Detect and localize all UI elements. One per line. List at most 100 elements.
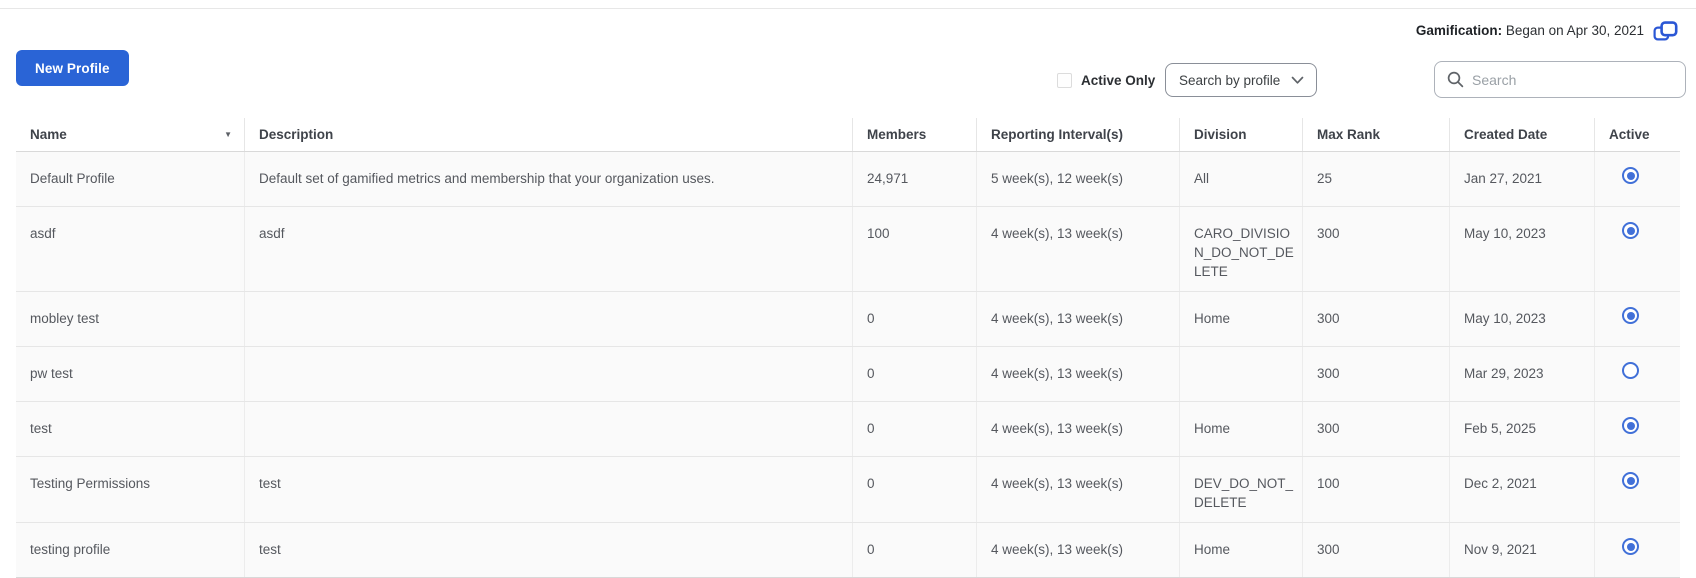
profile-division-cell: CARO_DIVISION_DO_NOT_DELETE (1180, 207, 1303, 291)
profile-division-cell: All (1180, 152, 1303, 206)
profile-created-date-cell: Mar 29, 2023 (1450, 347, 1595, 401)
profile-description-cell: test (245, 523, 853, 577)
active-radio-selected-icon[interactable] (1622, 222, 1639, 239)
gamification-status: Gamification: Began on Apr 30, 2021 (1416, 20, 1644, 42)
profiles-table: Name ▼ Description Members Reporting Int… (16, 118, 1680, 578)
profile-name-cell: Testing Permissions (16, 457, 245, 522)
gamification-status-text: Began on Apr 30, 2021 (1502, 23, 1644, 38)
profile-division-cell: Home (1180, 292, 1303, 346)
profile-reporting-intervals-cell: 4 week(s), 13 week(s) (977, 457, 1180, 522)
table-row[interactable]: test 0 4 week(s), 13 week(s) Home 300 Feb 5, … (16, 402, 1680, 457)
profile-members-cell: 0 (853, 292, 977, 346)
new-profile-button[interactable]: New Profile (16, 50, 129, 86)
gamification-status-label: Gamification: (1415, 23, 1503, 38)
table-header-row: Name ▼ Description Members Reporting Int… (16, 118, 1680, 152)
profile-active-cell (1595, 457, 1680, 522)
profile-name-cell: asdf (16, 207, 245, 291)
column-header-description[interactable]: Description (245, 118, 853, 151)
profile-max-rank-cell: 100 (1303, 457, 1450, 522)
profile-description-cell: test (245, 457, 853, 522)
profile-active-cell (1595, 207, 1680, 291)
profile-division-cell: DEV_DO_NOT_DELETE (1180, 457, 1303, 522)
column-header-division[interactable]: Division (1180, 118, 1303, 151)
profile-created-date-cell: Nov 9, 2021 (1450, 523, 1595, 577)
radio-dot (1626, 171, 1635, 180)
search-field-container[interactable] (1434, 61, 1686, 98)
profile-description-cell: asdf (245, 207, 853, 291)
top-divider (0, 8, 1696, 9)
profile-max-rank-cell: 300 (1303, 402, 1450, 456)
profile-name-cell: pw test (16, 347, 245, 401)
profile-division-cell (1180, 347, 1303, 401)
profile-members-cell: 0 (853, 457, 977, 522)
profile-name-cell: Default Profile (16, 152, 245, 206)
profile-members-cell: 100 (853, 207, 977, 291)
profile-description-cell (245, 402, 853, 456)
sort-descending-icon: ▼ (224, 130, 232, 139)
copy-gamification-icon[interactable] (1652, 19, 1678, 43)
profile-active-cell (1595, 292, 1680, 346)
profile-created-date-cell: Jan 27, 2021 (1450, 152, 1595, 206)
profile-reporting-intervals-cell: 4 week(s), 13 week(s) (977, 292, 1180, 346)
active-only-toggle[interactable]: Active Only (1057, 66, 1155, 94)
profile-max-rank-cell: 300 (1303, 207, 1450, 291)
radio-dot (1626, 311, 1635, 320)
profile-name-cell: testing profile (16, 523, 245, 577)
profile-max-rank-cell: 300 (1303, 347, 1450, 401)
search-icon (1447, 71, 1464, 88)
radio-dot (1626, 421, 1635, 430)
table-row[interactable]: pw test 0 4 week(s), 13 week(s) 300 Mar 29, … (16, 347, 1680, 402)
profile-description-cell: Default set of gamified metrics and memb… (245, 152, 853, 206)
table-row[interactable]: asdf asdf 100 4 week(s), 13 week(s) CARO_DIV… (16, 207, 1680, 292)
profile-reporting-intervals-cell: 4 week(s), 13 week(s) (977, 523, 1180, 577)
table-body: Default Profile Default set of gamified m… (16, 152, 1680, 577)
profile-reporting-intervals-cell: 4 week(s), 13 week(s) (977, 402, 1180, 456)
search-by-dropdown-value: Search by profile (1179, 72, 1281, 88)
profile-members-cell: 0 (853, 523, 977, 577)
table-row[interactable]: testing profile test 0 4 week(s), 13 week(s… (16, 523, 1680, 577)
active-only-label: Active Only (1081, 72, 1156, 88)
active-radio-selected-icon[interactable] (1622, 472, 1639, 489)
profile-active-cell (1595, 523, 1680, 577)
profile-description-cell (245, 292, 853, 346)
profile-reporting-intervals-cell: 4 week(s), 13 week(s) (977, 207, 1180, 291)
radio-dot (1626, 542, 1635, 551)
column-header-max-rank[interactable]: Max Rank (1303, 118, 1450, 151)
profile-description-cell (245, 347, 853, 401)
column-header-reporting-intervals[interactable]: Reporting Interval(s) (977, 118, 1180, 151)
profile-active-cell (1595, 152, 1680, 206)
table-row[interactable]: mobley test 0 4 week(s), 13 week(s) Home 300… (16, 292, 1680, 347)
radio-dot (1626, 226, 1635, 235)
profile-reporting-intervals-cell: 4 week(s), 13 week(s) (977, 347, 1180, 401)
table-row[interactable]: Default Profile Default set of gamified m… (16, 152, 1680, 207)
profile-active-cell (1595, 347, 1680, 401)
profile-division-cell: Home (1180, 523, 1303, 577)
search-by-dropdown[interactable]: Search by profile (1165, 63, 1317, 97)
active-radio-selected-icon[interactable] (1622, 307, 1639, 324)
profile-name-cell: mobley test (16, 292, 245, 346)
chevron-down-icon (1291, 76, 1304, 85)
profile-max-rank-cell: 300 (1303, 523, 1450, 577)
column-header-active[interactable]: Active (1595, 118, 1680, 151)
active-radio-selected-icon[interactable] (1622, 538, 1639, 555)
profile-created-date-cell: May 10, 2023 (1450, 207, 1595, 291)
table-row[interactable]: Testing Permissions test 0 4 week(s), 13 we… (16, 457, 1680, 523)
profile-created-date-cell: Feb 5, 2025 (1450, 402, 1595, 456)
profile-members-cell: 0 (853, 347, 977, 401)
active-radio-selected-icon[interactable] (1622, 167, 1639, 184)
active-only-checkbox[interactable] (1057, 72, 1072, 88)
column-header-name[interactable]: Name ▼ (16, 118, 245, 151)
active-radio-selected-icon[interactable] (1622, 417, 1639, 434)
profile-max-rank-cell: 300 (1303, 292, 1450, 346)
profile-max-rank-cell: 25 (1303, 152, 1450, 206)
profile-reporting-intervals-cell: 5 week(s), 12 week(s) (977, 152, 1180, 206)
profile-members-cell: 24,971 (853, 152, 977, 206)
profile-members-cell: 0 (853, 402, 977, 456)
radio-dot (1626, 476, 1635, 485)
profile-created-date-cell: Dec 2, 2021 (1450, 457, 1595, 522)
search-input[interactable] (1472, 71, 1673, 88)
column-header-created-date[interactable]: Created Date (1450, 118, 1595, 151)
active-radio-unselected-icon[interactable] (1622, 362, 1639, 379)
profile-created-date-cell: May 10, 2023 (1450, 292, 1595, 346)
column-header-members[interactable]: Members (853, 118, 977, 151)
